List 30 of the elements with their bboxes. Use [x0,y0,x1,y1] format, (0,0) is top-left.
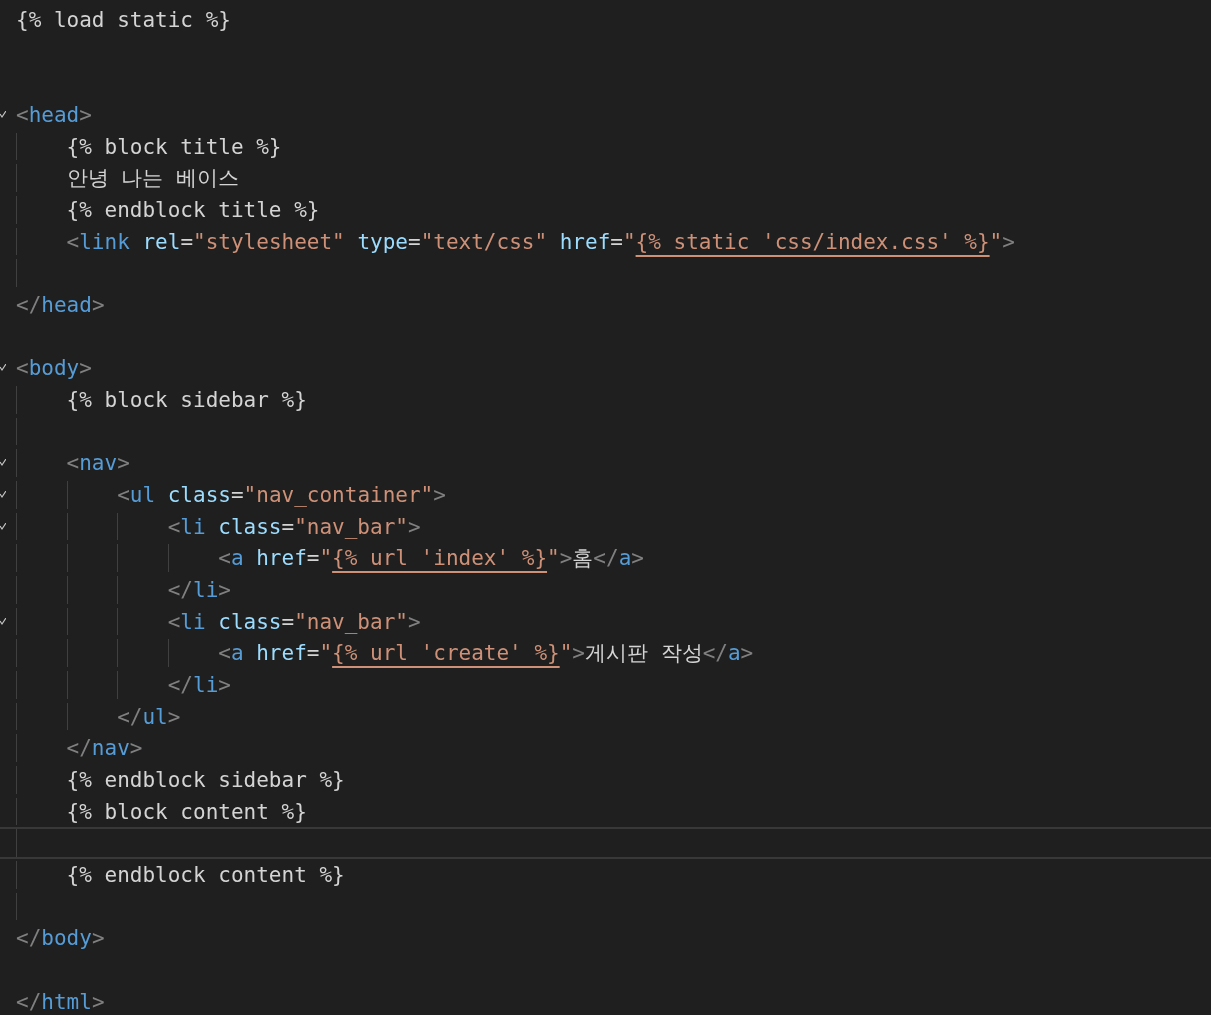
fold-chevron-icon[interactable] [0,459,6,468]
code-line: <body> [16,355,92,383]
code-line: <nav> [66,450,130,478]
code-line: {% endblock sidebar %} [66,767,345,794]
fold-chevron-icon[interactable] [0,490,6,499]
code-line: {% load static %} [16,7,231,34]
code-line: </head> [16,292,105,319]
code-line: {% block content %} [66,798,307,826]
code-line: {% block title %} [66,133,282,161]
code-line: <li class="nav_bar"> [167,608,421,636]
code-line: <a href="{% url 'index' %}">홈</a> [218,545,644,573]
fold-chevron-icon[interactable] [0,110,6,119]
code-line: <li class="nav_bar"> [167,513,421,541]
code-line: </li> [167,672,231,699]
code-line: </ul> [117,703,181,731]
code-line: <head> [16,102,92,129]
code-line: {% endblock title %} [66,197,320,224]
code-line: <ul class="nav_container"> [117,482,446,509]
code-line: </html> [16,988,105,1015]
code-line: 안녕 나는 베이스 [66,165,239,193]
fold-chevron-icon[interactable] [0,617,6,626]
code-line: <a href="{% url 'create' %}">게시판 작성</a> [218,640,754,668]
fold-chevron-icon[interactable] [0,364,6,373]
code-line: </body> [16,925,105,953]
code-line: </li> [167,577,231,604]
fold-chevron-icon[interactable] [0,522,6,531]
code-line: <link rel="stylesheet" type="text/css" href="{% static 'css/index.css' %}"> [66,228,1015,256]
code-line: {% block sidebar %} [66,387,307,414]
code-line: </nav> [66,735,143,763]
code-line: {% endblock content %} [66,862,345,889]
